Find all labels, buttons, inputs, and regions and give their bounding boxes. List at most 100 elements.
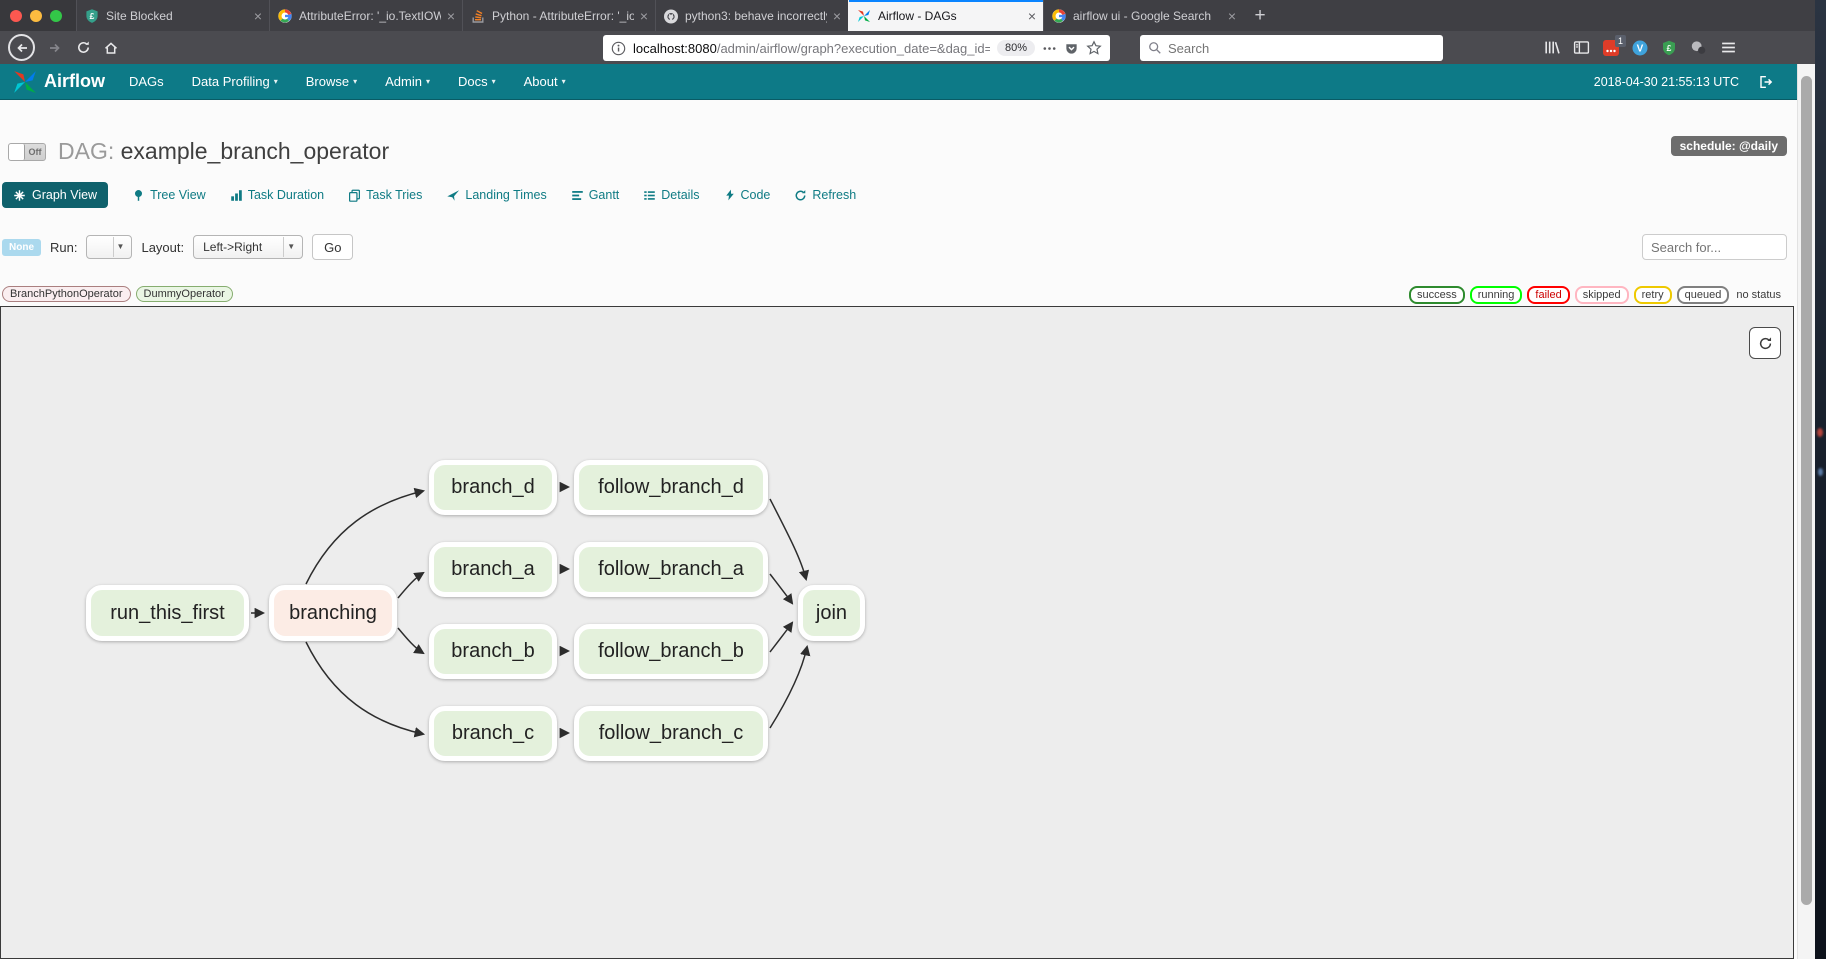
tab-airflow-dags[interactable]: Airflow - DAGs × — [848, 0, 1043, 31]
extension-shield-icon[interactable]: £ — [1661, 40, 1677, 56]
tab-airflow-ui-search[interactable]: airflow ui - Google Search × — [1043, 0, 1243, 31]
tab-details[interactable]: Details — [643, 188, 699, 202]
browser-toolbar: localhost:8080/admin/airflow/graph?execu… — [0, 31, 1815, 64]
github-icon — [663, 8, 679, 24]
tab-attributeerror[interactable]: AttributeError: '_io.TextIOWrapp × — [269, 0, 462, 31]
tab-python3-behave[interactable]: python3: behave incorrectly mo × — [655, 0, 848, 31]
task-search-input[interactable] — [1642, 234, 1787, 260]
run-select[interactable]: ▼ — [86, 235, 132, 259]
dag-node-branch_a[interactable]: branch_a — [429, 542, 557, 597]
navbar-menu: DAGs Data Profiling▾ Browse▾ Admin▾ Docs… — [129, 74, 566, 89]
dag-node-follow_branch_b[interactable]: follow_branch_b — [574, 624, 768, 679]
status-legend-retry: retry — [1634, 286, 1672, 304]
nav-item-dags[interactable]: DAGs — [129, 74, 164, 89]
close-icon[interactable]: × — [1228, 9, 1236, 23]
tab-refresh[interactable]: Refresh — [794, 188, 856, 202]
schedule-badge: schedule: @daily — [1671, 136, 1787, 156]
status-legend-no-status: no status — [1734, 288, 1783, 302]
page-scrollbar-thumb[interactable] — [1801, 76, 1812, 905]
toolbar-extensions: 1 V £ — [1543, 31, 1737, 64]
operator-legend: BranchPythonOperatorDummyOperator — [2, 286, 233, 302]
brand-label: Airflow — [44, 71, 105, 92]
dag-node-follow_branch_d[interactable]: follow_branch_d — [574, 460, 768, 515]
minimize-window-button[interactable] — [30, 10, 42, 22]
reload-icon — [76, 40, 91, 55]
browser-search-input[interactable] — [1168, 41, 1435, 56]
site-info-icon[interactable] — [611, 41, 626, 56]
extension-blue-icon[interactable]: V — [1632, 40, 1648, 56]
page-content: Off DAG: example_branch_operator schedul… — [0, 100, 1797, 959]
back-button[interactable] — [8, 34, 35, 61]
tab-code[interactable]: Code — [724, 188, 771, 202]
dag-node-branch_b[interactable]: branch_b — [429, 624, 557, 679]
sidebar-toggle-icon[interactable] — [1573, 39, 1590, 56]
close-icon[interactable]: × — [1028, 9, 1036, 23]
browser-search-bar[interactable] — [1140, 35, 1443, 61]
airflow-brand[interactable]: Airflow — [12, 69, 105, 95]
dag-node-follow_branch_c[interactable]: follow_branch_c — [574, 706, 768, 761]
forward-arrow-icon — [47, 40, 63, 56]
pocket-icon[interactable] — [1064, 41, 1079, 56]
nav-item-browse[interactable]: Browse▾ — [306, 74, 357, 89]
graph-controls: None Run: ▼ Layout: Left->Right ▼ Go — [2, 234, 353, 260]
dag-node-branching[interactable]: branching — [269, 585, 397, 641]
close-icon[interactable]: × — [447, 9, 455, 23]
url-host: localhost:8080 — [633, 41, 717, 56]
layout-select[interactable]: Left->Right ▼ — [193, 235, 303, 259]
caret-down-icon: ▾ — [426, 78, 430, 86]
close-icon[interactable]: × — [640, 9, 648, 23]
home-icon — [103, 40, 119, 56]
close-icon[interactable]: × — [833, 9, 841, 23]
dag-node-follow_branch_a[interactable]: follow_branch_a — [574, 542, 768, 597]
go-button[interactable]: Go — [312, 234, 353, 260]
page-actions-icon[interactable] — [1042, 41, 1057, 56]
url-text[interactable]: localhost:8080/admin/airflow/graph?execu… — [633, 41, 990, 56]
bookmark-star-icon[interactable] — [1086, 40, 1102, 56]
extension-red-icon[interactable]: 1 — [1603, 40, 1619, 56]
tab-tree-view[interactable]: Tree View — [132, 188, 206, 202]
zoom-level-badge[interactable]: 80% — [997, 40, 1035, 56]
home-button[interactable] — [97, 34, 125, 62]
zoom-window-button[interactable] — [50, 10, 62, 22]
status-legend-skipped: skipped — [1575, 286, 1629, 304]
nav-item-about[interactable]: About▾ — [524, 74, 566, 89]
extension-spheres-icon[interactable] — [1690, 39, 1707, 56]
tab-site-blocked[interactable]: £ Site Blocked × — [76, 0, 269, 31]
airflow-navbar: Airflow DAGs Data Profiling▾ Browse▾ Adm… — [0, 64, 1797, 100]
url-path: /admin/airflow/graph?execution_date=&dag… — [717, 41, 990, 56]
page-scrollbar-track[interactable] — [1797, 64, 1815, 959]
tab-title: Airflow - DAGs — [878, 9, 1022, 23]
task-tries-icon — [348, 189, 361, 202]
tab-task-tries[interactable]: Task Tries — [348, 188, 422, 202]
new-tab-button[interactable]: + — [1243, 0, 1277, 31]
tab-gantt[interactable]: Gantt — [571, 188, 620, 202]
menu-hamburger-icon[interactable] — [1720, 39, 1737, 56]
forward-button[interactable] — [41, 34, 69, 62]
logout-icon[interactable] — [1757, 74, 1773, 90]
layout-label: Layout: — [141, 240, 184, 255]
library-icon[interactable] — [1543, 39, 1560, 56]
nav-item-admin[interactable]: Admin▾ — [385, 74, 430, 89]
desktop-wallpaper-edge — [1815, 0, 1826, 959]
url-bar[interactable]: localhost:8080/admin/airflow/graph?execu… — [603, 35, 1110, 61]
close-icon[interactable]: × — [254, 9, 262, 23]
edge-follow_branch_d-to-join — [770, 499, 806, 579]
dag-node-branch_d[interactable]: branch_d — [429, 460, 557, 515]
tab-python-attributeerror[interactable]: Python - AttributeError: '_io.Te × — [462, 0, 655, 31]
tab-task-duration[interactable]: Task Duration — [230, 188, 324, 202]
graph-refresh-button[interactable] — [1749, 327, 1781, 359]
tab-graph-view[interactable]: Graph View — [2, 182, 108, 208]
dag-node-run_this_first[interactable]: run_this_first — [86, 585, 249, 641]
toggle-knob — [9, 144, 25, 160]
dag-pause-toggle[interactable]: Off — [8, 143, 46, 161]
close-window-button[interactable] — [10, 10, 22, 22]
tab-landing-times[interactable]: Landing Times — [446, 188, 546, 202]
dag-node-branch_c[interactable]: branch_c — [429, 706, 557, 761]
edge-branching-to-branch_c — [306, 642, 423, 734]
nav-item-data-profiling[interactable]: Data Profiling▾ — [192, 74, 278, 89]
dag-node-join[interactable]: join — [798, 585, 865, 641]
reload-button[interactable] — [69, 34, 97, 62]
status-legend-running: running — [1470, 286, 1523, 304]
nav-item-docs[interactable]: Docs▾ — [458, 74, 496, 89]
caret-down-icon: ▾ — [353, 78, 357, 86]
